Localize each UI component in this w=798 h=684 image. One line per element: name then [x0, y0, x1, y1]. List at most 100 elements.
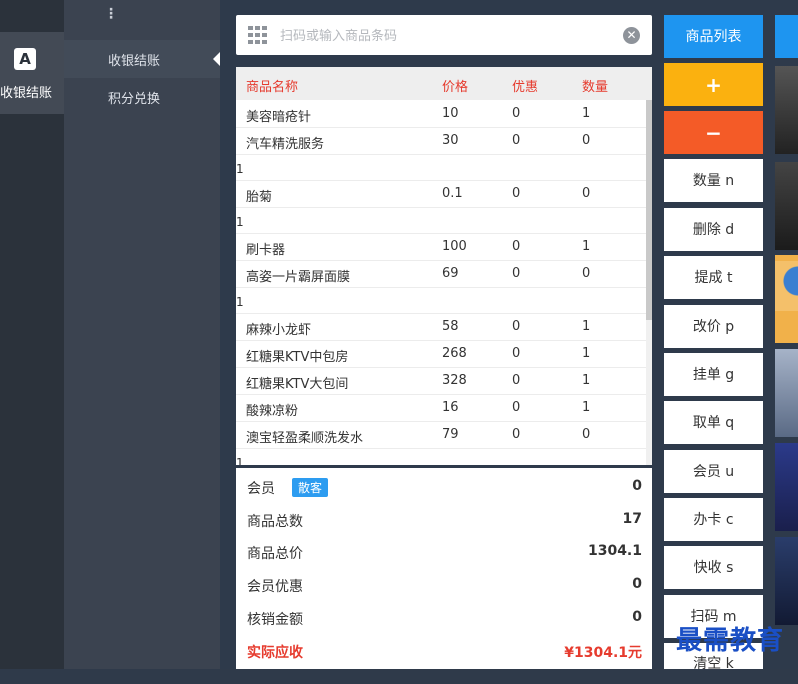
quantity-button[interactable]: 数量 n [664, 159, 763, 202]
product-discount: 0 [512, 106, 521, 121]
row-extra-value: 1 [236, 162, 244, 176]
product-list-button[interactable]: 商品列表 [664, 15, 763, 58]
product-discount: 0 [512, 427, 521, 442]
app-logo-icon: A [14, 48, 36, 70]
product-name: 澳宝轻盈柔顺洗发水 [246, 431, 364, 446]
table-row[interactable]: 汽车精洗服务 30 0 0 [236, 127, 646, 155]
product-discount: 0 [512, 346, 521, 361]
product-quantity: 0 [582, 133, 591, 148]
hang-order-button[interactable]: 挂单 g [664, 353, 763, 396]
watermark-logo: 最需教育 [676, 626, 785, 656]
product-name: 酸辣凉粉 [246, 404, 299, 419]
delete-button[interactable]: 删除 d [664, 208, 763, 251]
product-name: 汽车精洗服务 [246, 137, 325, 152]
product-price: 58 [442, 319, 459, 334]
table-row[interactable]: 麻辣小龙虾 58 0 1 [236, 313, 646, 341]
sub-nav-item-checkout[interactable]: 收银结账 [64, 40, 220, 78]
product-price: 16 [442, 400, 459, 415]
sub-nav-item-label: 积分兑换 [108, 92, 161, 107]
column-header-name: 商品名称 [246, 80, 299, 95]
nav-item-checkout-label: 收银结账 [0, 86, 53, 101]
summary-member-row[interactable]: 会员 散客 0 [236, 470, 652, 502]
product-price: 79 [442, 427, 459, 442]
summary-writeoff-row: 核销金额 0 [236, 601, 652, 633]
nav-item-checkout[interactable] [0, 32, 64, 114]
product-name: 高姿一片霸屏面膜 [246, 270, 351, 285]
summary-total-price-row: 商品总价 1304.1 [236, 535, 652, 567]
member-value: 0 [632, 478, 642, 494]
column-header-discount: 优惠 [512, 80, 539, 95]
change-price-button[interactable]: 改价 p [664, 305, 763, 348]
row-extra-value: 1 [236, 295, 244, 309]
product-name: 美容暗疮针 [246, 110, 312, 125]
open-card-button[interactable]: 办卡 c [664, 498, 763, 541]
product-thumbnail[interactable] [775, 66, 798, 154]
clear-icon[interactable]: ✕ [623, 27, 640, 44]
table-row-continuation: 1 [236, 448, 646, 465]
table-row[interactable]: 红糖果KTV中包房 268 0 1 [236, 340, 646, 368]
summary-total-items-row: 商品总数 17 [236, 503, 652, 535]
product-quantity: 1 [582, 106, 591, 121]
product-discount: 0 [512, 373, 521, 388]
table-scrollbar[interactable] [646, 100, 652, 465]
product-discount: 0 [512, 266, 521, 281]
product-price: 10 [442, 106, 459, 121]
table-row[interactable]: 胎菊 0.1 0 0 [236, 180, 646, 208]
product-thumbnail[interactable] [775, 255, 798, 343]
product-thumbnail[interactable] [775, 162, 798, 250]
product-name: 刷卡器 [246, 243, 286, 258]
more-icon[interactable]: ⋮ [104, 6, 118, 22]
table-row[interactable]: 红糖果KTV大包间 328 0 1 [236, 367, 646, 395]
payable-value: ¥1304.1元 [564, 645, 642, 661]
product-price: 30 [442, 133, 459, 148]
product-thumbnail[interactable] [775, 537, 798, 625]
product-price: 100 [442, 239, 467, 254]
summary-payable-row: 实际应收 ¥1304.1元 [236, 634, 652, 666]
table-row[interactable]: 高姿一片霸屏面膜 69 0 0 [236, 260, 646, 288]
product-quantity: 0 [582, 266, 591, 281]
scrollbar-thumb[interactable] [646, 100, 652, 320]
product-quantity: 0 [582, 186, 591, 201]
product-quantity: 1 [582, 319, 591, 334]
summary-member-discount-row: 会员优惠 0 [236, 568, 652, 600]
product-name: 红糖果KTV中包房 [246, 350, 349, 365]
checkout-summary: 会员 散客 0 商品总数 17 商品总价 1304.1 会员优惠 0 核销金额 … [236, 468, 652, 669]
total-items-label: 商品总数 [247, 514, 303, 530]
table-row[interactable]: 美容暗疮针 10 0 1 [236, 100, 646, 128]
product-thumbnail[interactable] [775, 349, 798, 437]
member-button[interactable]: 会员 u [664, 450, 763, 493]
keypad-icon[interactable] [248, 26, 268, 44]
table-row[interactable]: 酸辣凉粉 16 0 1 [236, 394, 646, 422]
barcode-search-input[interactable] [278, 25, 612, 47]
product-thumbnail[interactable] [775, 443, 798, 531]
column-header-price: 价格 [442, 80, 469, 95]
increase-quantity-button[interactable]: + [664, 63, 763, 106]
row-extra-value: 1 [236, 215, 244, 229]
product-quantity: 1 [582, 400, 591, 415]
table-row-continuation: 1 [236, 207, 646, 234]
sub-nav-item-points-exchange[interactable]: 积分兑换 [64, 78, 220, 116]
total-price-label: 商品总价 [247, 546, 303, 562]
column-header-quantity: 数量 [582, 80, 609, 95]
total-price-value: 1304.1 [587, 543, 642, 559]
table-row-continuation: 1 [236, 287, 646, 314]
quick-pay-button[interactable]: 快收 s [664, 546, 763, 589]
product-discount: 0 [512, 239, 521, 254]
product-name: 红糖果KTV大包间 [246, 377, 349, 392]
category-tab[interactable] [775, 15, 798, 58]
row-extra-value: 1 [236, 456, 244, 465]
table-row[interactable]: 澳宝轻盈柔顺洗发水 79 0 0 [236, 421, 646, 449]
search-bar: ✕ [236, 15, 652, 55]
table-row[interactable]: 刷卡器 100 0 1 [236, 233, 646, 261]
product-quantity: 1 [582, 373, 591, 388]
product-discount: 0 [512, 319, 521, 334]
product-price: 69 [442, 266, 459, 281]
table-row-continuation: 1 [236, 154, 646, 181]
payable-label: 实际应收 [247, 645, 303, 661]
writeoff-label: 核销金额 [247, 612, 303, 628]
commission-button[interactable]: 提成 t [664, 256, 763, 299]
product-quantity: 1 [582, 346, 591, 361]
retrieve-order-button[interactable]: 取单 q [664, 401, 763, 444]
sub-nav-item-label: 收银结账 [108, 54, 161, 69]
decrease-quantity-button[interactable]: − [664, 111, 763, 154]
